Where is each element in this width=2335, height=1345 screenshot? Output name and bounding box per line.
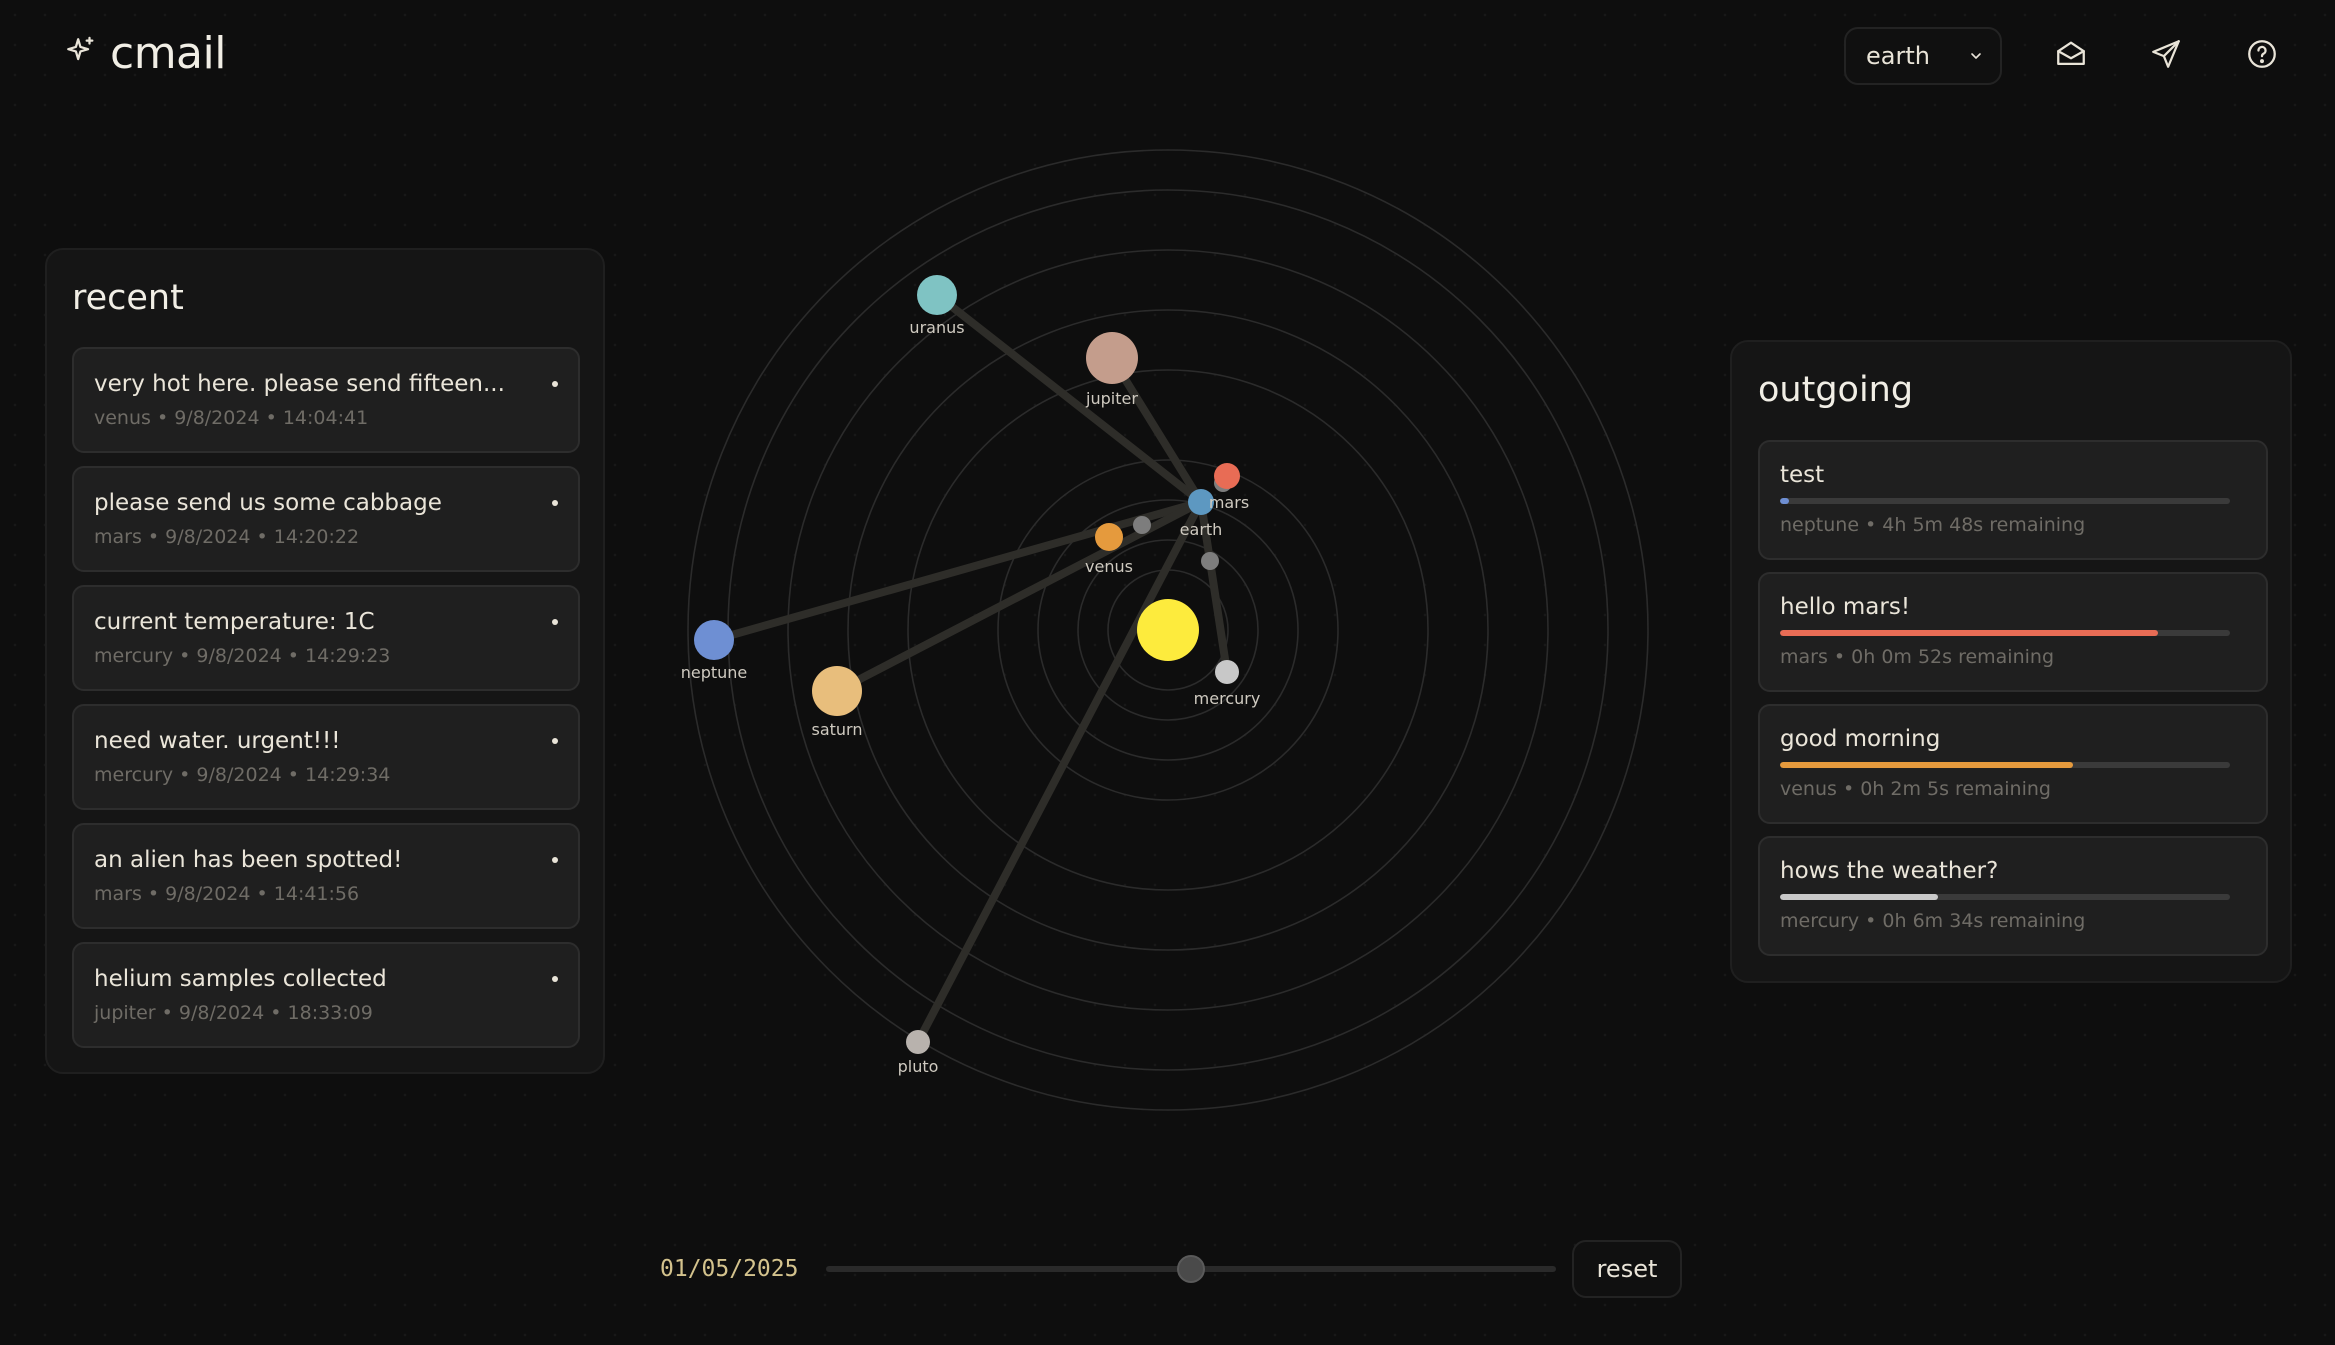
recent-message-card[interactable]: very hot here. please send fifteen... ve… [72,347,580,453]
planet-label-mercury: mercury [1194,689,1261,708]
delivery-progress-bar [1780,630,2230,636]
message-meta: venus • 0h 2m 5s remaining [1780,778,2051,800]
outgoing-panel: outgoing test neptune • 4h 5m 48s remain… [1730,340,2292,983]
message-meta: mars • 9/8/2024 • 14:20:22 [94,526,360,548]
planet-uranus[interactable] [917,275,957,315]
recent-message-card[interactable]: please send us some cabbage mars • 9/8/2… [72,466,580,572]
unread-dot [552,500,558,506]
message-text: hows the weather? [1780,858,1999,884]
message-text: test [1780,462,1825,488]
outgoing-message-card[interactable]: hows the weather? mercury • 0h 6m 34s re… [1758,836,2268,956]
planet-label-pluto: pluto [898,1057,939,1076]
message-meta: mercury • 9/8/2024 • 14:29:34 [94,764,391,786]
outgoing-message-card[interactable]: test neptune • 4h 5m 48s remaining [1758,440,2268,560]
message-meta: mercury • 9/8/2024 • 14:29:23 [94,645,391,667]
planet-pluto[interactable] [906,1030,930,1054]
planet-label-earth: earth [1180,520,1223,539]
planet-jupiter[interactable] [1086,332,1138,384]
planet-label-mars: mars [1209,493,1249,512]
sun [1137,599,1199,661]
recent-message-card[interactable]: helium samples collected jupiter • 9/8/2… [72,942,580,1048]
delivery-progress-bar [1780,498,2230,504]
unread-dot [552,857,558,863]
celestial-bodies: mercury venus earth mars jupiter saturn uranus… [681,275,1261,1076]
recent-title: recent [72,278,184,318]
time-slider-thumb[interactable] [1177,1255,1205,1283]
message-meta: neptune • 4h 5m 48s remaining [1780,514,2086,536]
message-packet [1201,552,1219,570]
delivery-progress-bar [1780,894,2230,900]
planet-label-saturn: saturn [812,720,863,739]
planet-saturn[interactable] [812,666,862,716]
message-meta: mars • 0h 0m 52s remaining [1780,646,2055,668]
planet-venus[interactable] [1095,523,1123,551]
planet-label-neptune: neptune [681,663,748,682]
message-text: hello mars! [1780,594,1911,620]
message-meta: mercury • 0h 6m 34s remaining [1780,910,2086,932]
unread-dot [552,738,558,744]
message-text: an alien has been spotted! [94,847,403,873]
recent-message-card[interactable]: current temperature: 1C mercury • 9/8/20… [72,585,580,691]
message-text: need water. urgent!!! [94,728,341,754]
message-meta: jupiter • 9/8/2024 • 18:33:09 [94,1002,373,1024]
message-text: very hot here. please send fifteen... [94,371,505,397]
message-text: please send us some cabbage [94,490,442,516]
planet-mercury[interactable] [1215,660,1239,684]
message-text: current temperature: 1C [94,609,375,635]
planet-mars[interactable] [1214,463,1240,489]
recent-message-card[interactable]: an alien has been spotted! mars • 9/8/20… [72,823,580,929]
outgoing-message-card[interactable]: good morning venus • 0h 2m 5s remaining [1758,704,2268,824]
recent-message-card[interactable]: need water. urgent!!! mercury • 9/8/2024… [72,704,580,810]
message-meta: venus • 9/8/2024 • 14:04:41 [94,407,369,429]
message-packet [1133,516,1151,534]
message-routes [710,291,1231,1046]
outgoing-message-card[interactable]: hello mars! mars • 0h 0m 52s remaining [1758,572,2268,692]
unread-dot [552,381,558,387]
planet-neptune[interactable] [694,620,734,660]
message-text: helium samples collected [94,966,387,992]
planet-label-uranus: uranus [909,318,964,337]
recent-panel: recent very hot here. please send fiftee… [45,248,605,1074]
message-meta: mars • 9/8/2024 • 14:41:56 [94,883,360,905]
timeline-date: 01/05/2025 [660,1256,799,1282]
delivery-progress-bar [1780,762,2230,768]
unread-dot [552,619,558,625]
outgoing-title: outgoing [1758,370,1914,410]
planet-label-venus: venus [1085,557,1133,576]
message-text: good morning [1780,726,1941,752]
unread-dot [552,976,558,982]
route-pluto [914,498,1205,1046]
reset-button[interactable]: reset [1572,1240,1682,1298]
planet-label-jupiter: jupiter [1085,389,1138,408]
